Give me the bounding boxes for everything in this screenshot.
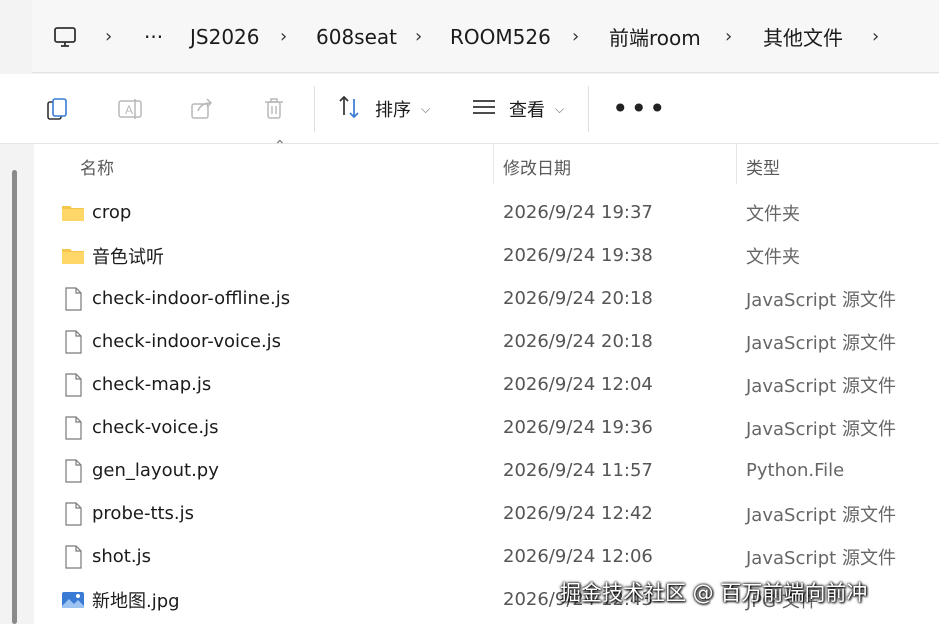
- breadcrumb-overflow[interactable]: ···: [144, 0, 163, 73]
- file-type: Python.File: [746, 460, 845, 481]
- file-name: 新地图.jpg: [92, 590, 180, 612]
- breadcrumb-item[interactable]: ROOM526: [450, 0, 551, 73]
- chevron-right-icon[interactable]: ›: [872, 0, 879, 73]
- list-item[interactable]: check-voice.js 2026/9/24 19:36 JavaScrip…: [34, 406, 939, 449]
- chevron-right-icon[interactable]: ›: [415, 0, 422, 73]
- view-icon: [470, 93, 498, 125]
- file-type: JavaScript 源文件: [746, 332, 896, 354]
- address-bar[interactable]: › ··· JS2026 › 608seat › ROOM526 › 前端roo…: [32, 0, 939, 73]
- copy-icon[interactable]: [44, 74, 72, 144]
- more-options-button[interactable]: •••: [612, 74, 668, 144]
- view-label: 查看: [509, 100, 545, 121]
- column-divider[interactable]: [493, 144, 494, 184]
- sort-icon: [336, 93, 364, 125]
- file-date: 2026/9/24 19:38: [503, 245, 653, 266]
- file-type: JavaScript 源文件: [746, 375, 896, 397]
- chevron-down-icon: ⌵: [421, 101, 431, 116]
- scrollbar-thumb[interactable]: [12, 170, 17, 624]
- file-date: 2026/9/24 12:42: [503, 503, 653, 524]
- file-date: 2026/9/24 19:36: [503, 417, 653, 438]
- file-icon: [60, 458, 86, 484]
- file-date: 2026/9/24 12:06: [503, 546, 653, 567]
- file-type: JavaScript 源文件: [746, 504, 896, 526]
- file-type: JavaScript 源文件: [746, 547, 896, 569]
- file-name: check-indoor-offline.js: [92, 288, 291, 309]
- folder-icon: [60, 243, 86, 269]
- delete-icon[interactable]: [260, 74, 288, 144]
- share-icon[interactable]: [188, 74, 216, 144]
- list-item[interactable]: check-map.js 2026/9/24 12:04 JavaScript …: [34, 363, 939, 406]
- file-name: probe-tts.js: [92, 503, 195, 524]
- column-divider[interactable]: [736, 144, 737, 184]
- list-item[interactable]: crop 2026/9/24 19:37 文件夹: [34, 191, 939, 234]
- image-icon: [60, 587, 86, 613]
- file-icon: [60, 415, 86, 441]
- file-icon: [60, 544, 86, 570]
- list-item[interactable]: gen_layout.py 2026/9/24 11:57 Python.Fil…: [34, 449, 939, 492]
- breadcrumb-item[interactable]: JS2026: [190, 0, 260, 73]
- breadcrumb-item[interactable]: 前端room: [609, 0, 701, 73]
- list-item[interactable]: probe-tts.js 2026/9/24 12:42 JavaScript …: [34, 492, 939, 535]
- file-name: crop: [92, 202, 132, 223]
- chevron-right-icon[interactable]: ›: [280, 0, 287, 73]
- toolbar-divider: [588, 86, 589, 132]
- list-item[interactable]: check-indoor-offline.js 2026/9/24 20:18 …: [34, 277, 939, 320]
- column-header-date[interactable]: 修改日期: [503, 150, 571, 182]
- breadcrumb-item-current[interactable]: 其他文件: [763, 0, 843, 73]
- sort-button[interactable]: 排序 ⌵: [336, 74, 430, 144]
- computer-icon[interactable]: [52, 0, 78, 73]
- chevron-right-icon[interactable]: ›: [572, 0, 579, 73]
- watermark: 掘金技术社区 @ 百万前端向前冲: [560, 581, 868, 605]
- file-type: 文件夹: [746, 203, 800, 225]
- file-name: 音色试听: [92, 246, 164, 268]
- file-icon: [60, 329, 86, 355]
- file-name: check-map.js: [92, 374, 212, 395]
- file-date: 2026/9/24 19:37: [503, 202, 653, 223]
- file-type: 文件夹: [746, 246, 800, 268]
- file-date: 2026/9/24 11:57: [503, 460, 653, 481]
- command-bar: A 排序 ⌵ 查看 ⌵ •••: [0, 74, 939, 144]
- sort-ascending-icon: ⌃: [274, 138, 286, 154]
- column-header-name[interactable]: 名称: [80, 150, 114, 182]
- breadcrumb-item[interactable]: 608seat: [316, 0, 397, 73]
- chevron-down-icon: ⌵: [555, 101, 565, 116]
- file-type: JavaScript 源文件: [746, 289, 896, 311]
- rename-icon[interactable]: A: [116, 74, 144, 144]
- chevron-right-icon[interactable]: ›: [105, 0, 112, 73]
- file-icon: [60, 372, 86, 398]
- folder-icon: [60, 200, 86, 226]
- file-icon: [60, 501, 86, 527]
- toolbar-divider: [314, 86, 315, 132]
- file-date: 2026/9/24 12:04: [503, 374, 653, 395]
- file-name: shot.js: [92, 546, 151, 567]
- file-name: check-voice.js: [92, 417, 219, 438]
- sort-label: 排序: [375, 100, 411, 121]
- chevron-right-icon[interactable]: ›: [725, 0, 732, 73]
- svg-text:A: A: [125, 103, 133, 117]
- file-type: JavaScript 源文件: [746, 418, 896, 440]
- list-item[interactable]: shot.js 2026/9/24 12:06 JavaScript 源文件: [34, 535, 939, 578]
- view-button[interactable]: 查看 ⌵: [470, 74, 564, 144]
- file-date: 2026/9/24 20:18: [503, 288, 653, 309]
- file-name: gen_layout.py: [92, 460, 219, 481]
- list-item[interactable]: 音色试听 2026/9/24 19:38 文件夹: [34, 234, 939, 277]
- file-date: 2026/9/24 20:18: [503, 331, 653, 352]
- column-header-type[interactable]: 类型: [746, 150, 780, 182]
- file-icon: [60, 286, 86, 312]
- list-item[interactable]: check-indoor-voice.js 2026/9/24 20:18 Ja…: [34, 320, 939, 363]
- file-name: check-indoor-voice.js: [92, 331, 282, 352]
